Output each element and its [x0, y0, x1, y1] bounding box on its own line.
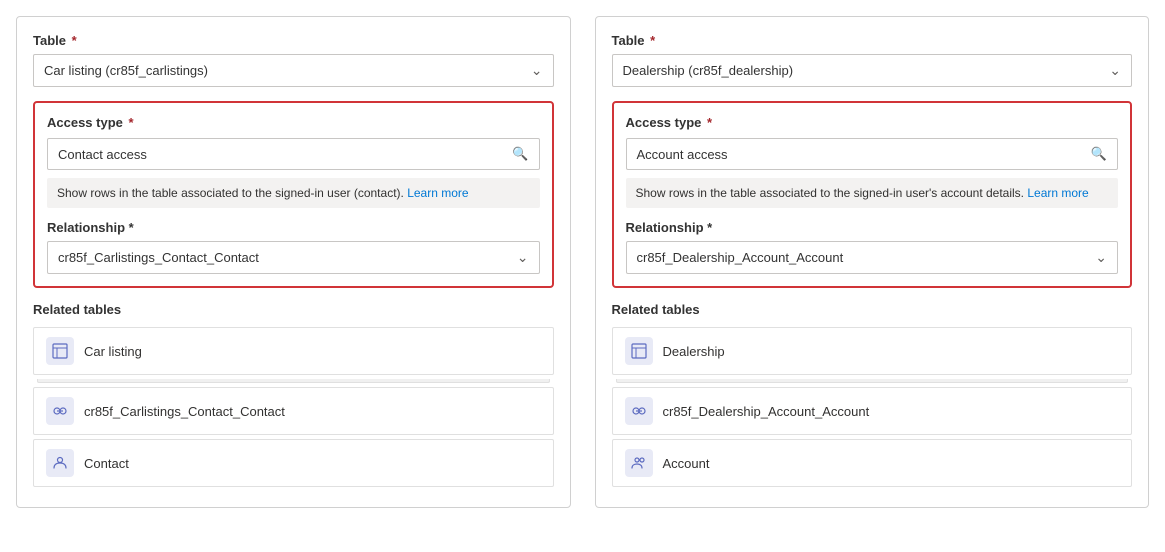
- right-related-item-dealership-stack: Dealership: [612, 327, 1133, 383]
- right-info-text: Show rows in the table associated to the…: [636, 186, 1025, 200]
- link-icon-svg: [52, 403, 68, 419]
- left-person-icon: [46, 449, 74, 477]
- right-related-item-dealership[interactable]: Dealership: [612, 327, 1133, 375]
- right-related-item-account[interactable]: Account: [612, 439, 1133, 487]
- right-account-text: Account: [663, 456, 710, 471]
- left-access-type-info: Show rows in the table associated to the…: [47, 178, 540, 208]
- right-related-tables: Related tables Dealership: [612, 302, 1133, 487]
- left-related-item-link[interactable]: cr85f_Carlistings_Contact_Contact: [33, 387, 554, 435]
- left-access-type-value: Contact access: [58, 147, 147, 162]
- right-link-icon: [625, 397, 653, 425]
- table-icon-svg: [52, 343, 68, 359]
- left-related-item-contact[interactable]: Contact: [33, 439, 554, 487]
- right-access-type-box: Access type * Account access 🔍 Show rows…: [612, 101, 1133, 288]
- right-link-text: cr85f_Dealership_Account_Account: [663, 404, 870, 419]
- left-table-required: *: [72, 33, 77, 48]
- right-access-type-label: Access type *: [626, 115, 1119, 130]
- right-relationship-label: Relationship *: [626, 220, 1119, 235]
- left-table-value: Car listing (cr85f_carlistings): [44, 63, 208, 78]
- right-access-type-value: Account access: [637, 147, 728, 162]
- left-table-icon-carlisting: [46, 337, 74, 365]
- left-access-type-label: Access type *: [47, 115, 540, 130]
- left-learn-more-link[interactable]: Learn more: [407, 186, 468, 200]
- right-search-icon: 🔍: [1091, 146, 1107, 162]
- left-related-tables-label: Related tables: [33, 302, 554, 317]
- left-access-type-box: Access type * Contact access 🔍 Show rows…: [33, 101, 554, 288]
- left-table-dropdown[interactable]: Car listing (cr85f_carlistings) ⌄: [33, 54, 554, 87]
- left-table-chevron-icon: ⌄: [531, 62, 543, 79]
- right-table-required: *: [650, 33, 655, 48]
- left-related-item-carlisting[interactable]: Car listing: [33, 327, 554, 375]
- right-relationship-chevron-icon: ⌄: [1095, 249, 1107, 266]
- main-container: Table * Car listing (cr85f_carlistings) …: [16, 16, 1149, 508]
- left-relationship-label: Relationship *: [47, 220, 540, 235]
- left-related-tables: Related tables Car listing: [33, 302, 554, 487]
- right-access-type-info: Show rows in the table associated to the…: [626, 178, 1119, 208]
- left-relationship-chevron-icon: ⌄: [517, 249, 529, 266]
- right-table-icon-svg: [631, 343, 647, 359]
- right-person-icon-svg: [631, 455, 647, 471]
- left-link-text: cr85f_Carlistings_Contact_Contact: [84, 404, 285, 419]
- left-related-item-carlisting-stack: Car listing: [33, 327, 554, 383]
- right-related-tables-label: Related tables: [612, 302, 1133, 317]
- left-link-icon: [46, 397, 74, 425]
- right-access-required: *: [707, 115, 712, 130]
- right-link-icon-svg: [631, 403, 647, 419]
- right-panel: Table * Dealership (cr85f_dealership) ⌄ …: [595, 16, 1150, 508]
- person-icon-svg: [52, 455, 68, 471]
- left-rel-required: *: [129, 220, 134, 235]
- right-learn-more-link[interactable]: Learn more: [1027, 186, 1088, 200]
- left-search-icon: 🔍: [512, 146, 528, 162]
- left-carlisting-text: Car listing: [84, 344, 142, 359]
- right-related-item-link[interactable]: cr85f_Dealership_Account_Account: [612, 387, 1133, 435]
- right-table-label: Table *: [612, 33, 1133, 48]
- right-dealership-text: Dealership: [663, 344, 725, 359]
- right-relationship-value: cr85f_Dealership_Account_Account: [637, 250, 844, 265]
- right-relationship-dropdown[interactable]: cr85f_Dealership_Account_Account ⌄: [626, 241, 1119, 274]
- left-relationship-dropdown[interactable]: cr85f_Carlistings_Contact_Contact ⌄: [47, 241, 540, 274]
- left-contact-text: Contact: [84, 456, 129, 471]
- right-person-icon: [625, 449, 653, 477]
- right-table-icon-dealership: [625, 337, 653, 365]
- right-access-type-search[interactable]: Account access 🔍: [626, 138, 1119, 170]
- left-access-type-search[interactable]: Contact access 🔍: [47, 138, 540, 170]
- left-panel: Table * Car listing (cr85f_carlistings) …: [16, 16, 571, 508]
- left-relationship-value: cr85f_Carlistings_Contact_Contact: [58, 250, 259, 265]
- left-table-label: Table *: [33, 33, 554, 48]
- right-table-dropdown[interactable]: Dealership (cr85f_dealership) ⌄: [612, 54, 1133, 87]
- right-table-value: Dealership (cr85f_dealership): [623, 63, 794, 78]
- left-access-required: *: [129, 115, 134, 130]
- right-table-chevron-icon: ⌄: [1109, 62, 1121, 79]
- right-rel-required: *: [707, 220, 712, 235]
- left-info-text: Show rows in the table associated to the…: [57, 186, 404, 200]
